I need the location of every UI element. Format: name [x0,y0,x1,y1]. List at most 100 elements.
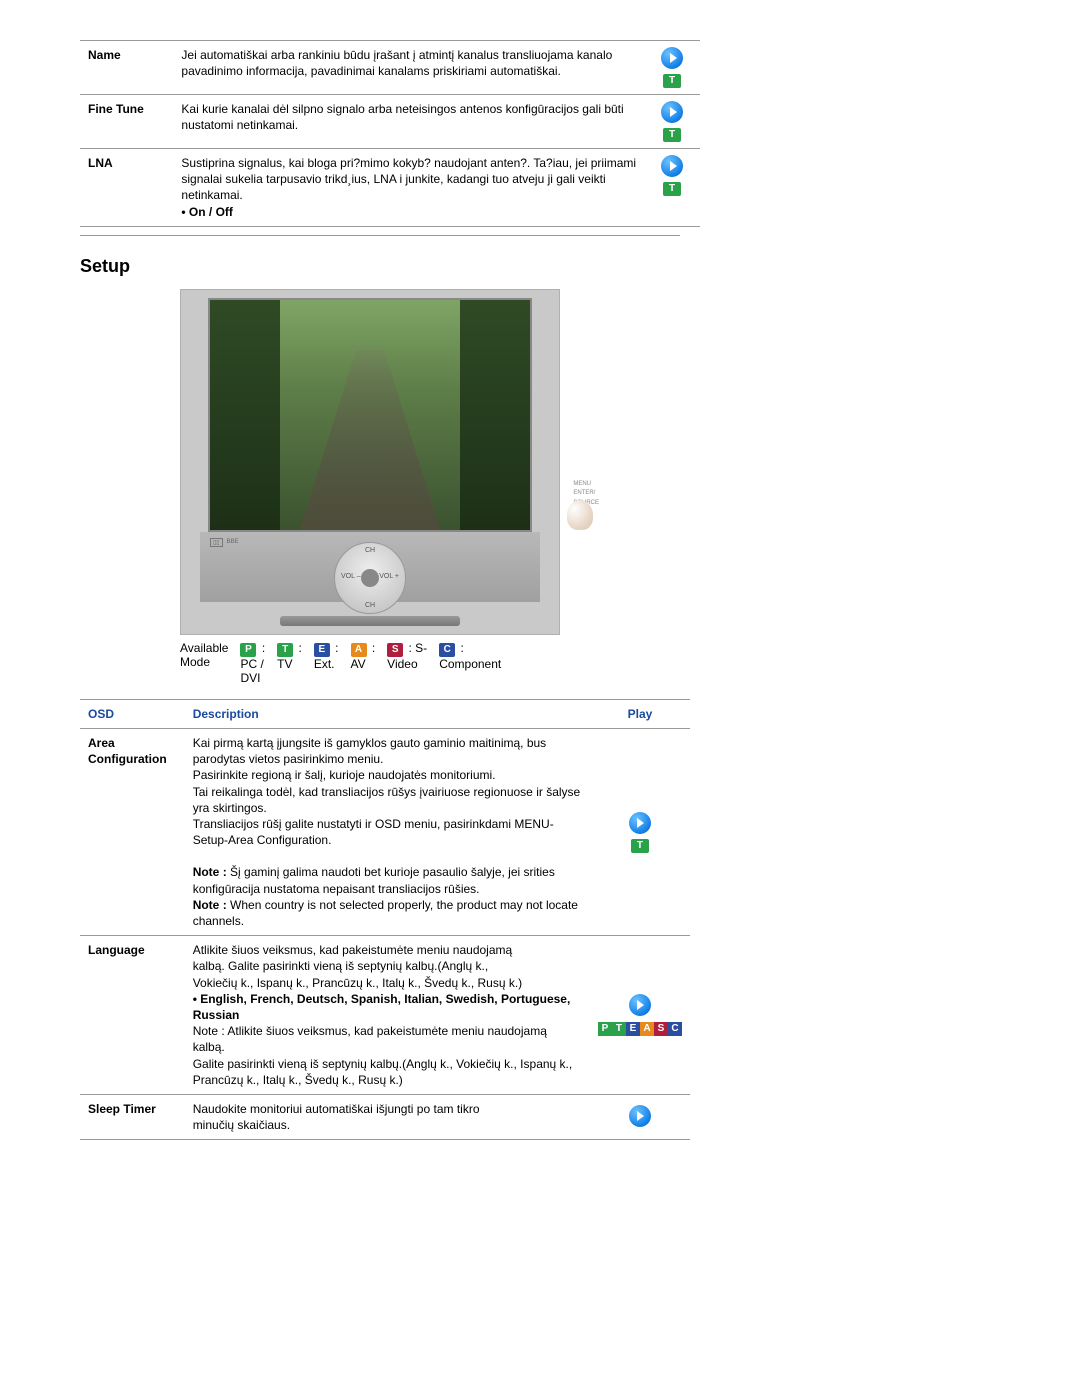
hand-pointer-icon [567,500,593,530]
logo-row: ▯▯ BBE [210,538,239,547]
note-label: Note : [193,898,227,912]
mode-strip: P T E A S C [598,1022,682,1036]
mode-badge-c: C [439,643,455,657]
play-icon[interactable] [661,155,683,177]
divider [80,235,680,236]
table-row: LNA Sustiprina signalus, kai bloga pri?m… [80,149,700,227]
legend-col: C : Component [439,641,501,671]
side-label: MENU [573,480,599,490]
bbe-logo: BBE [227,539,239,545]
row-extra: • On / Off [181,205,233,219]
header-osd: OSD [80,699,185,728]
channel-options-table: Name Jei automatiškai arba rankiniu būdu… [80,40,700,227]
available-mode-legend: Available Mode P : PC / DVI T : TV E : E… [180,641,1000,685]
legend-lead-1: Available [180,641,228,655]
setup-table: OSD Description Play Area Configuration … [80,699,690,1141]
desc-line: Note : Atlikite šiuos veiksmus, kad pake… [193,1024,547,1054]
row-label: Area Configuration [80,728,185,935]
play-icon[interactable] [629,994,651,1016]
control-wheel[interactable]: CH VOL – VOL + CH [334,542,406,614]
play-icon[interactable] [661,101,683,123]
legend-suffix: : [258,641,265,655]
row-desc: Naudokite monitoriui automatiškai išjung… [185,1094,590,1139]
row-label: Sleep Timer [80,1094,185,1139]
note-text: When country is not selected properly, t… [193,898,578,928]
play-icon[interactable] [661,47,683,69]
note-label: Note : [193,865,227,879]
legend-line: AV [351,657,366,671]
row-desc: Kai kurie kanalai dėl silpno signalo arb… [173,95,644,149]
mode-badge-p: P [240,643,256,657]
channel-down-label: CH [335,602,405,609]
legend-line: Component [439,657,501,671]
desc-line: Galite pasirinkti vieną iš septynių kalb… [193,1057,573,1071]
desc-line: Prancūzų k., Italų k., Švedų k., Rusų k.… [193,1073,403,1087]
legend-col: E : Ext. [314,641,339,671]
row-desc: Kai pirmą kartą įjungsite iš gamyklos ga… [185,728,590,935]
legend-col: T : TV [277,641,302,671]
desc-line: Vokiečių k., Ispanų k., Prancūzų k., Ita… [193,976,522,990]
row-desc: Sustiprina signalus, kai bloga pri?mimo … [173,149,644,227]
table-header-row: OSD Description Play [80,699,690,728]
play-icon[interactable] [629,812,651,834]
table-row: Sleep Timer Naudokite monitoriui automat… [80,1094,690,1139]
tv-stand [280,616,460,626]
mode-badge-t: T [277,643,293,657]
legend-line: TV [277,657,292,671]
play-icon[interactable] [629,1105,651,1127]
legend-col: S : S- Video [387,641,427,671]
legend-col: P : PC / DVI [240,641,265,685]
row-icons: T [644,41,700,95]
row-icons [590,1094,690,1139]
legend-suffix: : [457,641,464,655]
tv-frame: ▯▯ BBE CH VOL – VOL + CH MENU ENTER/ SOU… [180,289,560,635]
legend-suffix: : [295,641,302,655]
table-row: Language Atlikite šiuos veiksmus, kad pa… [80,936,690,1095]
legend-line: Ext. [314,657,335,671]
row-desc: Atlikite šiuos veiksmus, kad pakeistumėt… [185,936,590,1095]
desc-line: Naudokite monitoriui automatiškai išjung… [193,1102,480,1116]
channel-up-label: CH [335,547,405,554]
desc-bold-line: • English, French, Deutsch, Spanish, Ita… [193,992,571,1022]
side-label: ENTER/ [573,489,599,499]
table-row: Name Jei automatiškai arba rankiniu būdu… [80,41,700,95]
mode-e-icon: E [626,1022,640,1036]
desc-line: Atlikite šiuos veiksmus, kad pakeistumėt… [193,943,513,957]
mode-t-icon: T [612,1022,626,1036]
volume-up-label: VOL + [379,573,399,580]
desc-line: Pasirinkite regioną ir šalį, kurioje nau… [193,768,496,782]
row-label: LNA [80,149,173,227]
legend-line: DVI [240,671,260,685]
table-row: Area Configuration Kai pirmą kartą įjung… [80,728,690,935]
legend-lead: Available Mode [180,641,228,669]
header-description: Description [185,699,590,728]
legend-line: PC / [240,657,263,671]
dolby-logo: ▯▯ [210,538,223,547]
mode-t-badge: T [663,128,681,142]
legend-col: A : AV [351,641,376,671]
mode-a-icon: A [640,1022,654,1036]
row-label: Language [80,936,185,1095]
table-row: Fine Tune Kai kurie kanalai dėl silpno s… [80,95,700,149]
legend-line: Video [387,657,417,671]
mode-t-badge: T [663,74,681,88]
power-button[interactable] [361,569,379,587]
tv-chin: ▯▯ BBE CH VOL – VOL + CH [200,532,540,602]
mode-badge-a: A [351,643,367,657]
row-label: Name [80,41,173,95]
mode-s-icon: S [654,1022,668,1036]
row-icons: T [590,728,690,935]
row-label: Fine Tune [80,95,173,149]
row-desc-text: Sustiprina signalus, kai bloga pri?mimo … [181,156,636,202]
mode-badge-e: E [314,643,330,657]
row-icons: T [644,149,700,227]
legend-lead-2: Mode [180,655,210,669]
section-title-setup: Setup [80,256,1000,277]
desc-line: Tai reikalinga todėl, kad transliacijos … [193,785,581,815]
volume-down-label: VOL – [341,573,361,580]
desc-line: Kai pirmą kartą įjungsite iš gamyklos ga… [193,736,547,766]
note-text: Šį gaminį galima naudoti bet kurioje pas… [193,865,555,895]
header-play: Play [590,699,690,728]
tv-monitor-illustration: ▯▯ BBE CH VOL – VOL + CH MENU ENTER/ SOU… [180,289,560,635]
desc-line: minučių skaičiaus. [193,1118,290,1132]
